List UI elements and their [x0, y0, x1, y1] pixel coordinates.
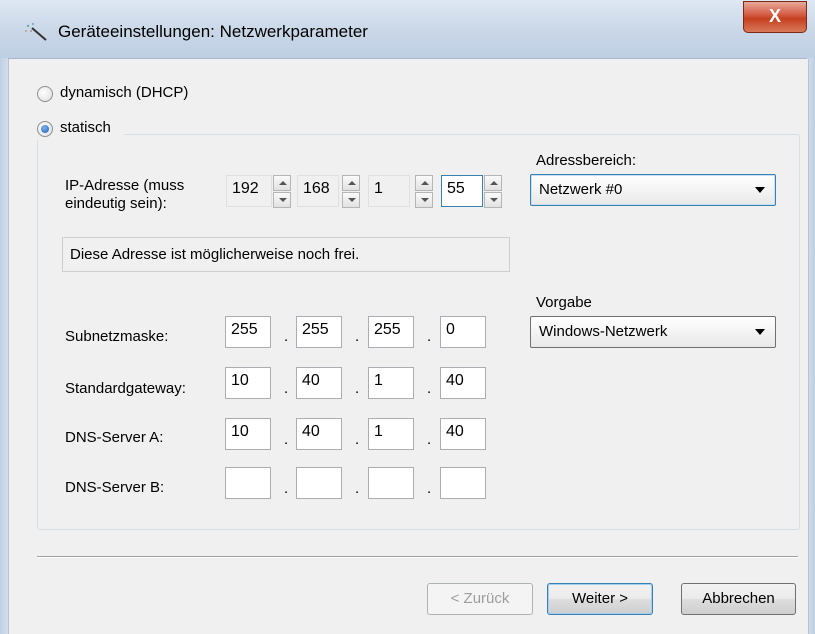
ip-label-line1: IP-Adresse (muss — [65, 177, 185, 194]
next-button[interactable]: Weiter > — [547, 583, 653, 615]
static-label[interactable]: statisch — [60, 119, 111, 136]
close-icon: X — [768, 6, 781, 26]
ip-octet-2-spinner[interactable] — [342, 175, 360, 209]
dhcp-radio[interactable] — [37, 86, 53, 102]
dns-a-octet-1[interactable]: 10 — [225, 418, 271, 450]
preset-dropdown[interactable]: Windows-Netzwerk — [530, 316, 776, 348]
ip-octet-2[interactable]: 168 — [297, 175, 339, 207]
ip-octet-3-spinner[interactable] — [415, 175, 433, 209]
octet-separator: . — [427, 431, 432, 448]
ip-octet-4[interactable]: 55 — [441, 175, 483, 207]
ip-octet-1[interactable]: 192 — [226, 175, 272, 207]
octet-separator: . — [284, 380, 289, 397]
dns-b-octet-3[interactable] — [368, 467, 414, 499]
octet-separator: . — [355, 380, 360, 397]
gateway-octet-2[interactable]: 40 — [296, 367, 342, 399]
octet-separator: . — [355, 480, 360, 497]
subnet-octet-2[interactable]: 255 — [296, 316, 342, 348]
spin-up-icon[interactable] — [484, 175, 502, 191]
octet-separator: . — [427, 480, 432, 497]
chevron-down-icon — [755, 187, 765, 193]
octet-separator: . — [355, 431, 360, 448]
dns-b-label: DNS-Server B: — [65, 479, 165, 496]
octet-separator: . — [284, 328, 289, 345]
dns-b-octet-4[interactable] — [440, 467, 486, 499]
spin-up-icon[interactable] — [273, 175, 291, 191]
title-bar: Geräteeinstellungen: Netzwerkparameter X — [0, 0, 815, 59]
octet-separator: . — [284, 431, 289, 448]
spin-down-icon[interactable] — [342, 192, 360, 208]
preset-value: Windows-Netzwerk — [539, 323, 668, 340]
subnet-octet-3[interactable]: 255 — [368, 316, 414, 348]
subnet-octet-1[interactable]: 255 — [225, 316, 271, 348]
dhcp-label[interactable]: dynamisch (DHCP) — [60, 84, 188, 101]
chevron-down-icon — [755, 329, 765, 335]
octet-separator: . — [427, 328, 432, 345]
octet-separator: . — [427, 380, 432, 397]
gateway-label: Standardgateway: — [65, 380, 186, 397]
spin-up-icon[interactable] — [342, 175, 360, 191]
ip-availability-hint: Diese Adresse ist möglicherweise noch fr… — [62, 237, 510, 272]
ip-octet-3[interactable]: 1 — [368, 175, 410, 207]
address-range-dropdown[interactable]: Netzwerk #0 — [530, 174, 776, 206]
preset-label: Vorgabe — [536, 294, 592, 311]
magic-wand-icon — [25, 23, 47, 41]
ip-octet-4-spinner[interactable] — [484, 175, 502, 209]
address-range-value: Netzwerk #0 — [539, 181, 623, 198]
cancel-button[interactable]: Abbrechen — [681, 583, 796, 615]
window-frame-left — [0, 58, 8, 634]
spin-down-icon[interactable] — [415, 192, 433, 208]
dns-a-octet-3[interactable]: 1 — [368, 418, 414, 450]
footer-separator — [37, 556, 798, 558]
window-title: Geräteeinstellungen: Netzwerkparameter — [58, 22, 368, 41]
spin-down-icon[interactable] — [484, 192, 502, 208]
dns-a-octet-4[interactable]: 40 — [440, 418, 486, 450]
address-range-label: Adressbereich: — [536, 152, 637, 169]
back-button[interactable]: < Zurück — [427, 583, 533, 615]
spin-up-icon[interactable] — [415, 175, 433, 191]
dns-a-octet-2[interactable]: 40 — [296, 418, 342, 450]
gateway-octet-1[interactable]: 10 — [225, 367, 271, 399]
ip-octet-1-spinner[interactable] — [273, 175, 291, 209]
octet-separator: . — [284, 480, 289, 497]
static-radio[interactable] — [37, 121, 53, 137]
gateway-octet-4[interactable]: 40 — [440, 367, 486, 399]
spin-down-icon[interactable] — [273, 192, 291, 208]
octet-separator: . — [355, 328, 360, 345]
dns-b-octet-2[interactable] — [296, 467, 342, 499]
subnet-label: Subnetzmaske: — [65, 328, 169, 345]
dns-a-label: DNS-Server A: — [65, 429, 164, 446]
dns-b-octet-1[interactable] — [225, 467, 271, 499]
subnet-octet-4[interactable]: 0 — [440, 316, 486, 348]
gateway-octet-3[interactable]: 1 — [368, 367, 414, 399]
close-button[interactable]: X — [743, 1, 807, 33]
ip-label-line2: eindeutig sein): — [65, 195, 167, 212]
